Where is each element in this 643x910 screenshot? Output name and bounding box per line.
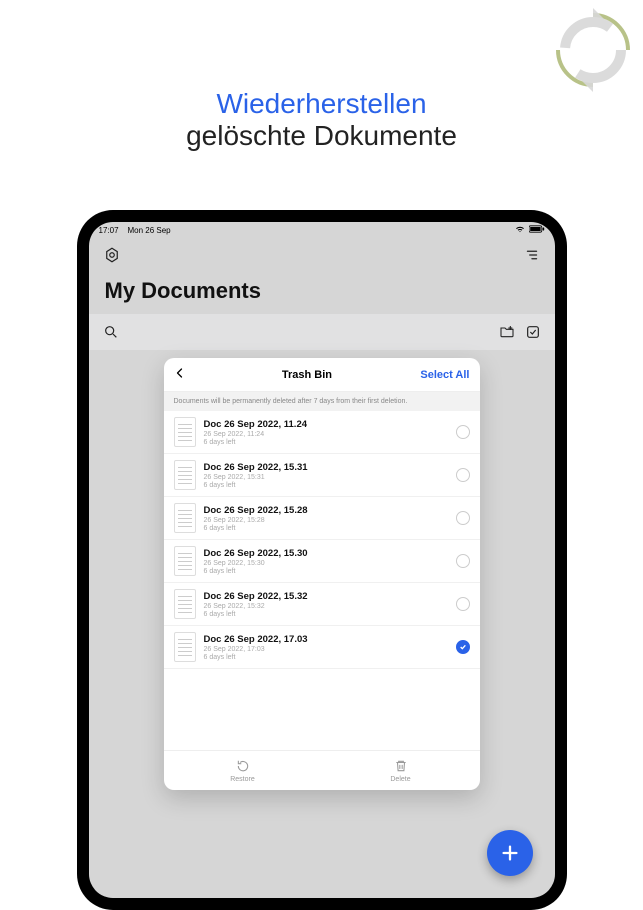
- doc-thumbnail-icon: [174, 589, 196, 619]
- trash-icon: [394, 759, 408, 775]
- select-icon[interactable]: [525, 324, 541, 340]
- doc-thumbnail-icon: [174, 546, 196, 576]
- doc-name: Doc 26 Sep 2022, 11.24: [204, 419, 448, 430]
- doc-date: 26 Sep 2022, 17:03: [204, 646, 448, 653]
- status-time: 17:07: [99, 226, 119, 235]
- status-bar: 17:07 Mon 26 Sep: [89, 222, 555, 238]
- top-bar: [89, 238, 555, 272]
- page-title: My Documents: [89, 272, 555, 314]
- doc-meta: Doc 26 Sep 2022, 11.24 26 Sep 2022, 11:2…: [204, 419, 448, 446]
- doc-checkbox[interactable]: [456, 511, 470, 525]
- doc-name: Doc 26 Sep 2022, 17.03: [204, 634, 448, 645]
- doc-name: Doc 26 Sep 2022, 15.28: [204, 505, 448, 516]
- delete-label: Delete: [390, 776, 410, 783]
- doc-thumbnail-icon: [174, 460, 196, 490]
- doc-date: 26 Sep 2022, 15:28: [204, 517, 448, 524]
- doc-days: 6 days left: [204, 568, 448, 575]
- doc-meta: Doc 26 Sep 2022, 15.28 26 Sep 2022, 15:2…: [204, 505, 448, 532]
- doc-date: 26 Sep 2022, 11:24: [204, 431, 448, 438]
- doc-thumbnail-icon: [174, 503, 196, 533]
- doc-thumbnail-icon: [174, 632, 196, 662]
- doc-date: 26 Sep 2022, 15:31: [204, 474, 448, 481]
- doc-days: 6 days left: [204, 525, 448, 532]
- battery-icon: [529, 225, 545, 235]
- search-icon[interactable]: [103, 324, 119, 340]
- doc-meta: Doc 26 Sep 2022, 15.30 26 Sep 2022, 15:3…: [204, 548, 448, 575]
- doc-row[interactable]: Doc 26 Sep 2022, 15.30 26 Sep 2022, 15:3…: [164, 540, 480, 583]
- select-all-button[interactable]: Select All: [420, 369, 469, 381]
- doc-meta: Doc 26 Sep 2022, 15.31 26 Sep 2022, 15:3…: [204, 462, 448, 489]
- restore-button[interactable]: Restore: [164, 751, 322, 790]
- doc-name: Doc 26 Sep 2022, 15.30: [204, 548, 448, 559]
- doc-meta: Doc 26 Sep 2022, 15.32 26 Sep 2022, 15:3…: [204, 591, 448, 618]
- screen: 17:07 Mon 26 Sep: [89, 222, 555, 898]
- doc-checkbox[interactable]: [456, 425, 470, 439]
- status-time-date: 17:07 Mon 26 Sep: [99, 226, 171, 235]
- doc-days: 6 days left: [204, 654, 448, 661]
- settings-icon[interactable]: [103, 246, 121, 264]
- doc-checkbox[interactable]: [456, 468, 470, 482]
- doc-row[interactable]: Doc 26 Sep 2022, 15.31 26 Sep 2022, 15:3…: [164, 454, 480, 497]
- restore-label: Restore: [230, 776, 255, 783]
- modal-title: Trash Bin: [282, 369, 332, 381]
- doc-date: 26 Sep 2022, 15:30: [204, 560, 448, 567]
- trash-modal: Trash Bin Select All Documents will be p…: [164, 358, 480, 790]
- back-button[interactable]: [174, 366, 194, 384]
- toolbar: [89, 314, 555, 350]
- restore-icon: [236, 759, 250, 775]
- doc-checkbox[interactable]: [456, 640, 470, 654]
- marketing-headline: Wiederherstellen gelöschte Dokumente: [0, 88, 643, 152]
- document-list: Doc 26 Sep 2022, 11.24 26 Sep 2022, 11:2…: [164, 411, 480, 750]
- headline-line2: gelöschte Dokumente: [0, 120, 643, 152]
- menu-icon[interactable]: [523, 246, 541, 264]
- doc-name: Doc 26 Sep 2022, 15.31: [204, 462, 448, 473]
- modal-notice: Documents will be permanently deleted af…: [164, 392, 480, 411]
- modal-footer: Restore Delete: [164, 750, 480, 790]
- doc-row[interactable]: Doc 26 Sep 2022, 11.24 26 Sep 2022, 11:2…: [164, 411, 480, 454]
- doc-days: 6 days left: [204, 482, 448, 489]
- doc-days: 6 days left: [204, 611, 448, 618]
- modal-header: Trash Bin Select All: [164, 358, 480, 392]
- new-folder-icon[interactable]: [499, 324, 515, 340]
- doc-thumbnail-icon: [174, 417, 196, 447]
- headline-line1: Wiederherstellen: [0, 88, 643, 120]
- refresh-decoration-icon: [543, 0, 643, 100]
- doc-checkbox[interactable]: [456, 597, 470, 611]
- wifi-icon: [515, 225, 525, 235]
- doc-days: 6 days left: [204, 439, 448, 446]
- doc-checkbox[interactable]: [456, 554, 470, 568]
- doc-row[interactable]: Doc 26 Sep 2022, 17.03 26 Sep 2022, 17:0…: [164, 626, 480, 669]
- doc-meta: Doc 26 Sep 2022, 17.03 26 Sep 2022, 17:0…: [204, 634, 448, 661]
- doc-date: 26 Sep 2022, 15:32: [204, 603, 448, 610]
- doc-row[interactable]: Doc 26 Sep 2022, 15.32 26 Sep 2022, 15:3…: [164, 583, 480, 626]
- delete-button[interactable]: Delete: [322, 751, 480, 790]
- status-date: Mon 26 Sep: [127, 226, 170, 235]
- doc-row[interactable]: Doc 26 Sep 2022, 15.28 26 Sep 2022, 15:2…: [164, 497, 480, 540]
- add-button[interactable]: [487, 830, 533, 876]
- tablet-frame: 17:07 Mon 26 Sep: [77, 210, 567, 910]
- doc-name: Doc 26 Sep 2022, 15.32: [204, 591, 448, 602]
